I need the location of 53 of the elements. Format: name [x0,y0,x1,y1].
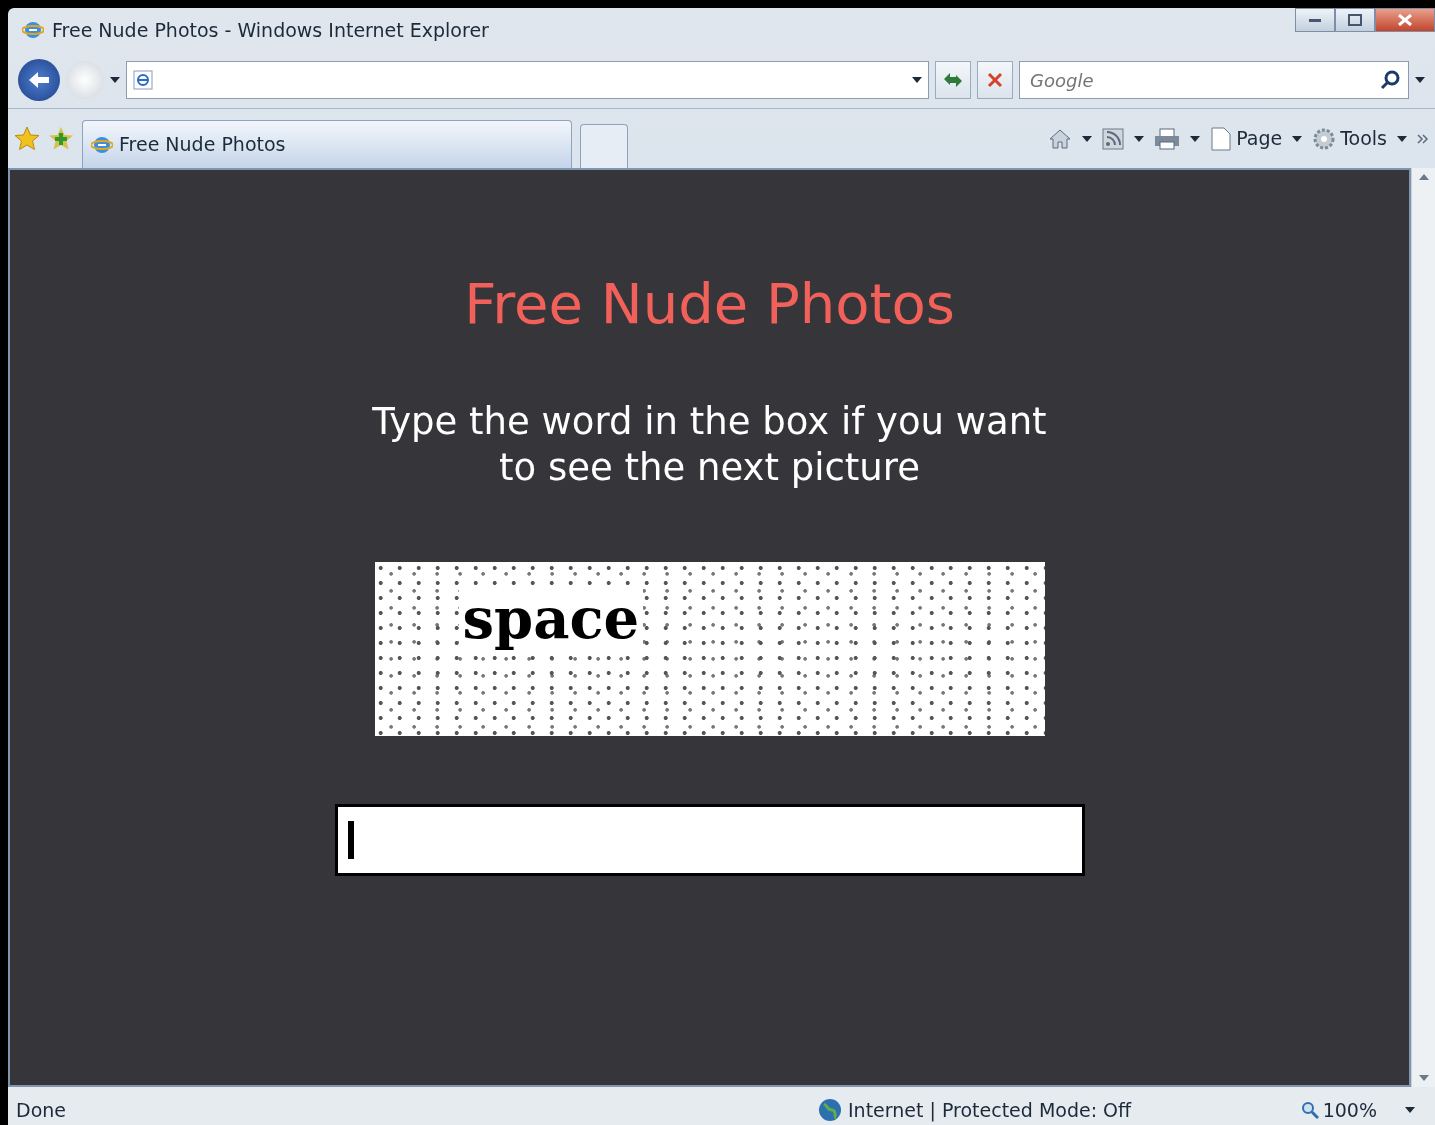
favorites-star-icon[interactable] [14,125,40,152]
tab[interactable]: Free Nude Photos [82,120,572,168]
address-field[interactable] [126,61,929,99]
print-button[interactable] [1154,127,1181,150]
scroll-up-icon [1418,174,1429,180]
back-arrow-icon [27,70,51,90]
minimize-icon [1309,18,1321,22]
captcha-word: space [458,587,644,650]
address-dropdown-icon[interactable] [912,77,922,83]
search-dropdown-icon[interactable] [1415,77,1425,83]
printer-icon [1154,127,1181,150]
page-icon [1210,126,1233,151]
window-title: Free Nude Photos - Windows Internet Explorer [52,17,489,43]
browser-logo-icon [22,19,44,41]
zoom-dropdown-icon[interactable] [1405,1107,1415,1113]
instruction-text: Type the word in the box if you want to see the next picture [372,399,1047,492]
maximize-icon [1348,14,1362,26]
refresh-arrows-icon [942,71,964,89]
feed-icon [1102,127,1125,150]
zoom-icon [1300,1101,1319,1119]
dropdown-icon[interactable] [1397,135,1407,142]
answer-field[interactable] [334,803,1085,876]
dropdown-icon[interactable] [1082,135,1093,142]
stop-icon [987,72,1003,88]
tools-menu[interactable]: Tools [1312,124,1387,153]
refresh-button[interactable] [935,61,971,99]
add-favorite-icon[interactable] [48,125,74,152]
gear-icon [1312,126,1337,151]
close-button[interactable] [1375,8,1435,32]
dropdown-icon[interactable] [1190,135,1201,142]
status-text: Done [15,1097,67,1123]
page-menu[interactable]: Page [1210,124,1283,153]
dropdown-icon[interactable] [1292,135,1303,142]
scroll-down-icon [1418,1075,1429,1081]
close-icon [1398,14,1412,26]
history-dropdown-icon[interactable] [110,77,120,83]
text-cursor [347,820,354,859]
feeds-button[interactable] [1102,127,1125,150]
zoom-level[interactable]: 100% [1322,1095,1377,1125]
globe-icon [818,1098,842,1122]
scrollbar[interactable] [1411,168,1435,1087]
dropdown-icon[interactable] [1134,135,1145,142]
minimize-button[interactable] [1295,8,1335,32]
search-icon [1380,70,1400,90]
page-heading: Free Nude Photos [464,270,955,338]
search-input[interactable]: Google [1028,65,1380,95]
maximize-button[interactable] [1335,8,1375,32]
more-chevron-icon[interactable] [1417,133,1429,144]
back-button[interactable] [18,59,60,101]
security-zone-text: Internet | Protected Mode: Off [848,1097,1132,1124]
search-field[interactable]: Google [1019,61,1409,99]
page-icon [133,70,153,90]
stop-button[interactable] [977,61,1013,99]
